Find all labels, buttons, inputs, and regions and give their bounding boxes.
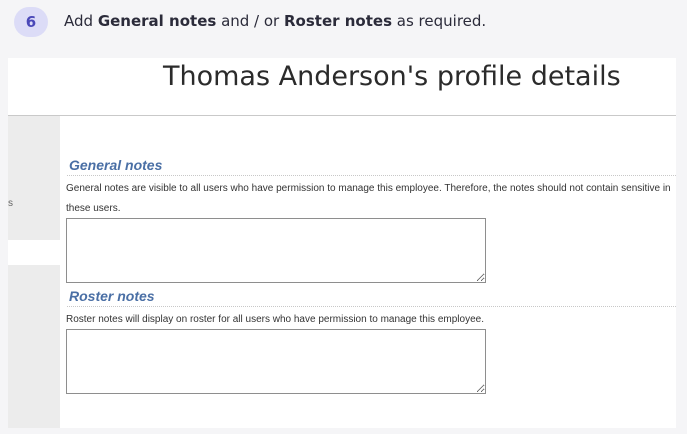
roster-notes-divider xyxy=(67,306,676,307)
general-notes-heading: General notes xyxy=(69,157,163,173)
sidebar-gap xyxy=(8,240,60,265)
general-notes-divider xyxy=(67,175,676,176)
step-number-badge: 6 xyxy=(14,7,48,37)
general-notes-textarea[interactable] xyxy=(66,218,486,283)
sidebar-block-bottom xyxy=(8,265,60,428)
instruction-text: Add General notes and / or Roster notes … xyxy=(64,12,487,30)
profile-panel: Thomas Anderson's profile details s Gene… xyxy=(8,58,676,428)
profile-header: Thomas Anderson's profile details xyxy=(8,58,676,116)
general-notes-description-line1: General notes are visible to all users w… xyxy=(66,183,671,194)
roster-notes-description: Roster notes will display on roster for … xyxy=(66,314,484,325)
sidebar-block-top xyxy=(8,116,60,240)
sidebar-partial-label: s xyxy=(8,198,13,209)
roster-notes-heading: Roster notes xyxy=(69,288,155,304)
roster-notes-textarea[interactable] xyxy=(66,329,486,394)
general-notes-description-line2: these users. xyxy=(66,203,121,214)
page-title: Thomas Anderson's profile details xyxy=(163,61,621,92)
